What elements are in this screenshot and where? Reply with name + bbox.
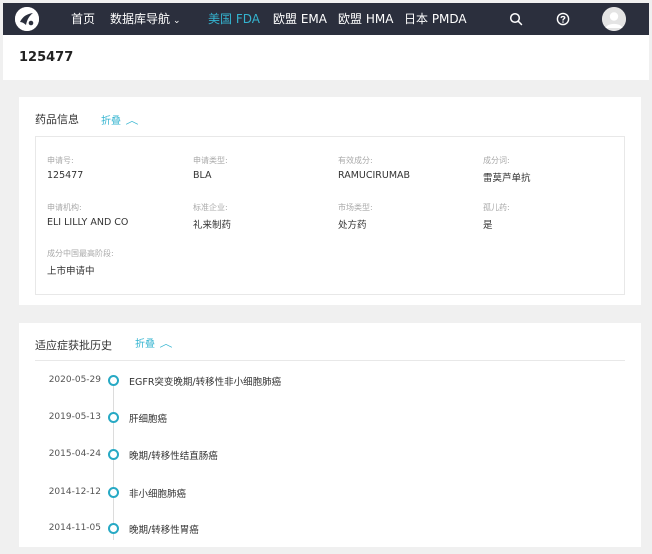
fold-label: 折叠 <box>101 116 121 127</box>
orphan-drug-value: 是 <box>483 220 493 231</box>
history-heading: 适应症获批历史 <box>35 339 112 352</box>
nav-japan-pmda[interactable]: 日本 PMDA <box>404 3 467 35</box>
indication-history-card: 适应症获批历史 折叠 ︿ 2020-05-29 EGFR突变晚期/转移性非小细胞肺… <box>19 323 641 547</box>
active-ingredient-value: RAMUCIRUMAB <box>338 170 411 181</box>
fold-label: 折叠 <box>135 339 155 350</box>
nav-eu-ema[interactable]: 欧盟 EMA <box>273 3 327 35</box>
history-divider <box>35 360 625 361</box>
orphan-drug-label: 孤儿药: <box>483 203 510 212</box>
timeline-line <box>113 380 114 540</box>
chevron-up-icon: ︿ <box>125 116 139 127</box>
market-type-label: 市场类型: <box>338 203 373 212</box>
timeline-indication: 晚期/转移性结直肠癌 <box>129 451 218 462</box>
application-type-label: 申请类型: <box>193 156 228 165</box>
timeline-date: 2020-05-29 <box>48 375 101 385</box>
application-type-value: BLA <box>193 170 212 181</box>
applicant-value: ELI LILLY AND CO <box>47 217 129 228</box>
timeline-indication: 肝细胞癌 <box>129 414 168 425</box>
drug-info-fields: 申请号: 125477 申请类型: BLA 有效成分: RAMUCIRUMAB … <box>35 136 625 295</box>
timeline-date: 2019-05-13 <box>48 412 101 422</box>
timeline-date: 2014-12-12 <box>48 487 101 497</box>
chevron-up-icon: ︿ <box>159 339 173 350</box>
ingredient-term-value: 雷莫芦单抗 <box>483 173 531 184</box>
avatar-icon[interactable] <box>602 7 626 31</box>
chevron-down-icon: ⌄ <box>173 16 181 26</box>
ingredient-term-label: 成分词: <box>483 156 510 165</box>
nav-us-fda[interactable]: 美国 FDA <box>208 3 260 35</box>
standard-company-value: 礼来制药 <box>193 220 232 231</box>
timeline-indication: 非小细胞肺癌 <box>129 489 187 500</box>
market-type-value: 处方药 <box>338 220 367 231</box>
active-ingredient-label: 有效成分: <box>338 156 373 165</box>
timeline-dot <box>108 487 119 498</box>
application-number-value: 125477 <box>47 170 84 181</box>
nav-database-menu[interactable]: 数据库导航 ⌄ <box>110 3 181 35</box>
application-number-label: 申请号: <box>47 156 74 165</box>
timeline-indication: EGFR突变晚期/转移性非小细胞肺癌 <box>129 377 282 388</box>
timeline-dot <box>108 523 119 534</box>
nav-database-label: 数据库导航 <box>110 12 171 26</box>
drug-info-heading: 药品信息 <box>35 113 79 126</box>
title-bar: 125477 <box>3 35 649 80</box>
china-highest-stage-label: 成分中国最高阶段: <box>47 249 114 258</box>
timeline-indication: 晚期/转移性胃癌 <box>129 525 199 536</box>
drug-info-card: 药品信息 折叠 ︿ 申请号: 125477 申请类型: BLA 有效成分: RAM… <box>19 97 641 305</box>
history-fold-button[interactable]: 折叠 ︿ <box>135 335 173 350</box>
drug-info-fold-button[interactable]: 折叠 ︿ <box>101 112 139 127</box>
timeline-dot <box>108 412 119 423</box>
china-highest-stage-value: 上市申请中 <box>47 266 95 277</box>
applicant-label: 申请机构: <box>47 203 82 212</box>
timeline-date: 2014-11-05 <box>48 523 101 533</box>
logo-icon[interactable] <box>15 7 39 31</box>
search-icon[interactable] <box>509 11 523 30</box>
standard-company-label: 标准企业: <box>193 203 228 212</box>
nav-eu-hma[interactable]: 欧盟 HMA <box>338 3 393 35</box>
timeline-dot <box>108 449 119 460</box>
timeline-dot <box>108 375 119 386</box>
top-navbar: 首页 数据库导航 ⌄ 美国 FDA 欧盟 EMA 欧盟 HMA 日本 PMDA <box>3 3 649 35</box>
help-icon[interactable] <box>556 11 570 30</box>
timeline-date: 2015-04-24 <box>48 449 101 459</box>
nav-home[interactable]: 首页 <box>71 3 95 35</box>
page-title: 125477 <box>19 50 74 65</box>
